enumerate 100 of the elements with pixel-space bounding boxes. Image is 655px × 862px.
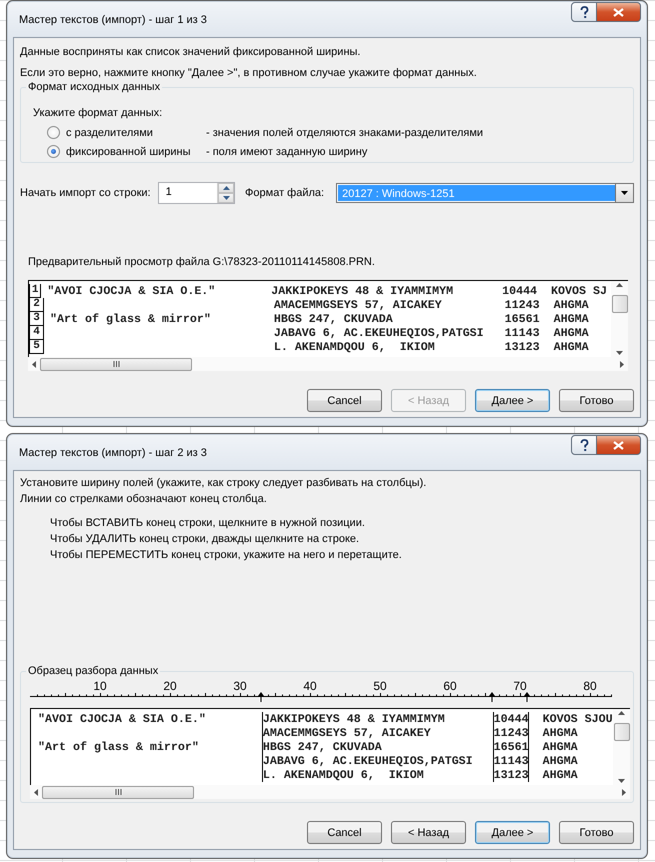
row-spinner[interactable]: 1 <box>158 182 236 204</box>
group-label: Формат исходных данных <box>26 80 162 94</box>
scroll-thumb[interactable] <box>40 358 192 370</box>
row-number: 4 <box>29 326 44 340</box>
hint-text: Чтобы ВСТАВИТЬ конец строки, щелкните в нужной позиции. <box>50 516 366 531</box>
close-icon <box>613 8 624 16</box>
preview-text: 13123 <box>494 768 529 782</box>
preview-text: 16561 <box>504 312 540 326</box>
scroll-thumb[interactable] <box>42 786 194 798</box>
radio-button[interactable] <box>47 126 60 139</box>
field-label: Начать импорт со строки: <box>20 187 151 199</box>
ruler-label: 60 <box>443 680 457 693</box>
spin-down-icon <box>222 196 230 200</box>
preview-text: "Art of glass & mirror" <box>50 312 211 326</box>
dialog-button[interactable]: Далее > <box>475 389 550 412</box>
preview-text: JAKKIPOKEYS 48 & IYAMMIMYM <box>271 284 454 298</box>
radio-label[interactable]: фиксированной ширины <box>66 146 206 158</box>
preview-text: 11143 <box>494 754 529 768</box>
help-icon <box>580 6 588 18</box>
row-number: 2 <box>29 298 44 312</box>
vertical-scrollbar[interactable] <box>613 709 630 785</box>
row-number: 3 <box>29 312 44 326</box>
preview-text: AHGMA <box>554 340 589 354</box>
preview-text: AHGMA <box>542 768 578 782</box>
spin-up-icon <box>222 186 230 190</box>
preview-text: 10444 <box>502 284 538 298</box>
scroll-up-icon <box>618 711 625 715</box>
grip-icon <box>114 789 122 795</box>
preview-text: 13123 <box>504 340 540 354</box>
dialog-button[interactable]: < Назад <box>391 821 466 844</box>
close-button[interactable] <box>597 2 641 22</box>
preview-text: L. AKENAMDQOU 6, IKIOM <box>262 768 424 782</box>
help-icon <box>580 438 588 452</box>
scroll-thumb[interactable] <box>614 723 630 741</box>
preview-text: KOVOS SJOU <box>542 712 613 726</box>
ruler-label: 20 <box>163 680 177 693</box>
preview-text: JABAVG 6, AC.EKEUHEQIOS,PATGSI <box>262 754 473 768</box>
radio-button[interactable] <box>47 145 60 158</box>
scroll-right-icon <box>622 788 626 796</box>
close-button[interactable] <box>597 435 641 455</box>
instruction-text: Установите ширину полей (укажите, как строку следует разбивать на столбцы). <box>20 476 428 491</box>
scroll-up-icon <box>616 283 623 287</box>
dialog-button[interactable]: Готово <box>559 389 634 412</box>
scroll-down-icon <box>616 351 623 355</box>
ruler-label: 80 <box>583 680 597 693</box>
scroll-left-icon <box>34 788 38 796</box>
row-number: 1 <box>29 284 42 298</box>
ruler-label: 50 <box>373 680 387 693</box>
preview-text: AHGMA <box>542 740 578 754</box>
window-title: Мастер текстов (импорт) - шаг 1 из 3 <box>18 13 208 26</box>
grip-icon <box>112 361 120 367</box>
dialog-button[interactable]: Готово <box>559 821 634 844</box>
preview-text: JABAVG 6, AC.EKEUHEQIOS,PATGSI <box>274 326 484 340</box>
help-button[interactable] <box>571 435 597 455</box>
scroll-down-icon <box>618 779 625 783</box>
hint-text: Чтобы УДАЛИТЬ конец строки, дважды щелкните на строке. <box>50 532 360 547</box>
preview-text: AMACEMMGSEYS 57, AICAKEY <box>274 298 442 312</box>
preview-text: 11243 <box>494 726 529 740</box>
horizontal-scrollbar[interactable] <box>30 785 630 799</box>
preview-text: AHGMA <box>554 298 589 312</box>
preview-text: "Art of glass & mirror" <box>38 740 199 754</box>
preview-text: AMACEMMGSEYS 57, AICAKEY <box>262 726 431 740</box>
scroll-right-icon <box>620 360 624 368</box>
row-number: 5 <box>29 340 44 354</box>
preview-text: HBGS 247, CKUVADA <box>274 312 393 326</box>
preview-text: AHGMA <box>542 726 578 740</box>
preview-text: AHGMA <box>554 326 589 340</box>
scroll-left-icon <box>32 360 36 368</box>
preview-text: 10444 <box>494 712 529 726</box>
column-break-icon[interactable] <box>489 692 495 702</box>
preview-text: AHGMA <box>542 754 578 768</box>
option-description: - значения полей отделяются знаками-разделителями <box>206 126 484 138</box>
preview-text: "AVOI CJOCJA & SIA O.E." <box>38 712 206 726</box>
ruler-label: 30 <box>233 680 247 693</box>
instruction-text: Данные восприняты как список значений фиксированной ширины. <box>20 45 362 60</box>
group-label: Образец разбора данных <box>26 664 160 678</box>
ruler-label: 10 <box>93 680 107 693</box>
preview-text: "AVOI CJOCJA & SIA O.E." <box>47 284 216 298</box>
column-break-icon[interactable] <box>524 692 530 702</box>
dialog-button[interactable]: Cancel <box>307 821 382 844</box>
window-title: Мастер текстов (импорт) - шаг 2 из 3 <box>18 446 208 459</box>
column-break-icon[interactable] <box>258 692 264 702</box>
prompt-text: Укажите формат данных: <box>33 106 164 120</box>
vertical-scrollbar[interactable] <box>611 281 628 357</box>
preview-text: 16561 <box>494 740 529 754</box>
help-button[interactable] <box>571 2 597 22</box>
close-icon <box>613 440 624 450</box>
dropdown-arrow-icon <box>621 191 628 195</box>
preview-text: L. AKENAMDQOU 6, IKIOM <box>274 340 435 354</box>
dialog-button[interactable]: Далее > <box>475 821 550 844</box>
preview-text: 11143 <box>504 326 540 340</box>
horizontal-scrollbar[interactable] <box>28 357 628 371</box>
radio-label[interactable]: с разделителями <box>66 126 206 138</box>
scroll-thumb[interactable] <box>612 295 628 313</box>
hint-text: Чтобы ПЕРЕМЕСТИТЬ конец строки, укажите на него и перетащите. <box>50 548 403 563</box>
dialog-button[interactable]: Cancel <box>307 389 382 412</box>
preview-text: JAKKIPOKEYS 48 & IYAMMIMYM <box>262 712 445 726</box>
preview-text: AHGMA <box>554 312 589 326</box>
preview-text: KOVOS SJ <box>551 284 607 298</box>
instruction-text: Линии со стрелками обозначают конец столбца. <box>20 492 268 507</box>
